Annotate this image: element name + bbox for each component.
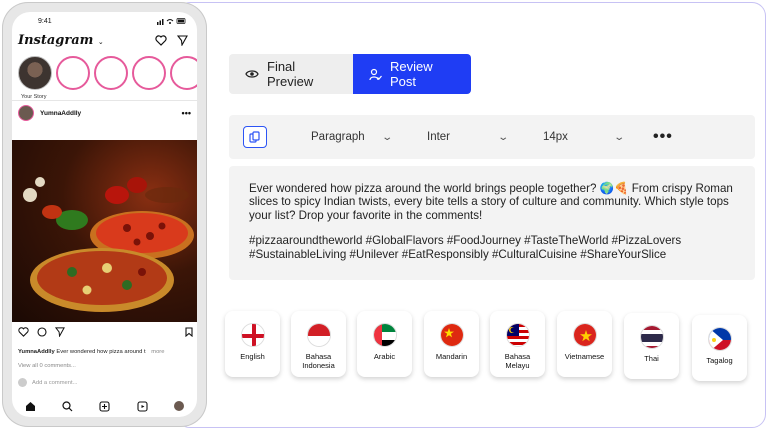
language-label: Arabic (373, 352, 396, 361)
phone-mockup: 9:41 Instagram ⌄ Your Story YumnaAddlly … (2, 2, 207, 427)
stories-row: Your Story (12, 50, 197, 100)
size-select[interactable]: 14px ⌄ (535, 131, 631, 143)
china-flag-icon (439, 323, 464, 347)
tab-final-preview-label: Final Preview (267, 59, 314, 89)
england-flag-icon (240, 323, 265, 347)
caption-more-link[interactable]: more (151, 349, 164, 355)
chevron-down-icon: ⌄ (496, 131, 509, 143)
size-select-value: 14px (543, 131, 568, 143)
chevron-down-icon: ⌄ (612, 131, 625, 143)
add-comment-placeholder: Add a comment... (32, 379, 78, 386)
tab-review-post-label: Review Post (390, 59, 433, 89)
language-vietnamese[interactable]: Vietnamese (557, 311, 612, 377)
philippines-flag-icon (707, 327, 732, 351)
add-post-icon[interactable] (99, 400, 111, 412)
search-icon[interactable] (62, 400, 73, 412)
eye-icon (245, 69, 259, 79)
editor-card: Final Preview Review Post Paragraph ⌄ In… (176, 2, 766, 428)
story-avatar[interactable] (132, 56, 166, 90)
bookmark-icon[interactable] (185, 327, 193, 337)
language-label: Bahasa Indonesia (302, 352, 335, 370)
bottom-nav (12, 395, 197, 417)
language-label: Tagalog (706, 356, 733, 365)
heart-icon[interactable] (155, 34, 167, 46)
story-avatar[interactable] (56, 56, 90, 90)
copy-icon[interactable] (243, 126, 267, 148)
more-options-icon[interactable]: ••• (653, 128, 673, 146)
send-icon[interactable] (177, 34, 188, 46)
instagram-logo[interactable]: Instagram ⌄ (18, 31, 104, 49)
language-english[interactable]: English (225, 311, 280, 377)
indonesia-flag-icon (306, 323, 331, 347)
instagram-screen: 9:41 Instagram ⌄ Your Story YumnaAddlly … (12, 12, 197, 417)
avatar (18, 378, 27, 387)
language-bahasa-melayu[interactable]: Bahasa Melayu (490, 311, 545, 377)
user-check-icon (369, 68, 382, 81)
language-label: Vietnamese (564, 352, 605, 361)
font-select-value: Inter (427, 131, 451, 143)
view-tabs: Final Preview Review Post (229, 54, 471, 94)
add-comment-field[interactable]: Add a comment... (18, 378, 77, 387)
post-text-editor[interactable]: Ever wondered how pizza around the world… (229, 166, 755, 280)
font-select[interactable]: Inter ⌄ (419, 131, 515, 143)
language-label: English (240, 352, 265, 361)
post-hashtags-text: #pizzaaroundtheworld #GlobalFlavors #Foo… (249, 234, 682, 261)
language-arabic[interactable]: Arabic (357, 311, 412, 377)
signal-wifi-battery-icon (157, 17, 187, 25)
home-icon[interactable] (25, 401, 36, 412)
language-tagalog[interactable]: Tagalog (692, 315, 747, 381)
tab-review-post[interactable]: Review Post (353, 54, 471, 94)
language-bahasa-indonesia[interactable]: Bahasa Indonesia (291, 311, 346, 377)
language-label: Bahasa Melayu (504, 352, 531, 370)
caption-username[interactable]: YumnaAddlly (18, 349, 55, 355)
avatar[interactable] (173, 401, 184, 411)
post-header: YumnaAddlly ••• (12, 101, 197, 125)
story-avatar[interactable] (94, 56, 128, 90)
comment-icon[interactable] (37, 327, 47, 337)
language-thai[interactable]: Thai (624, 313, 679, 379)
status-bar: 9:41 (12, 12, 197, 30)
language-mandarin[interactable]: Mandarin (424, 311, 479, 377)
paragraph-select[interactable]: Paragraph ⌄ (303, 131, 399, 143)
status-time: 9:41 (38, 17, 52, 25)
post-body-text: Ever wondered how pizza around the world… (249, 182, 733, 222)
more-options-icon[interactable]: ••• (182, 108, 191, 118)
language-label: Mandarin (435, 352, 468, 361)
caption-text: Ever wondered how pizza around t (56, 349, 146, 355)
chevron-down-icon: ⌄ (380, 131, 393, 143)
avatar[interactable] (18, 105, 34, 121)
language-label: Thai (644, 354, 659, 363)
post-actions (18, 325, 193, 339)
reels-icon[interactable] (137, 400, 148, 412)
post-username[interactable]: YumnaAddlly (40, 110, 81, 117)
stage: Final Preview Review Post Paragraph ⌄ In… (0, 0, 770, 431)
vietnam-flag-icon (572, 323, 597, 347)
uae-flag-icon (372, 323, 397, 347)
format-toolbar: Paragraph ⌄ Inter ⌄ 14px ⌄ ••• (229, 115, 755, 159)
instagram-header: Instagram ⌄ (12, 30, 197, 50)
view-comments-link[interactable]: View all 0 comments... (18, 363, 76, 369)
chevron-down-icon: ⌄ (97, 39, 104, 46)
post-image (12, 140, 197, 322)
thailand-flag-icon (639, 325, 664, 349)
malaysia-flag-icon (505, 323, 530, 347)
your-story-label: Your Story (21, 94, 47, 100)
paragraph-select-value: Paragraph (311, 131, 365, 143)
language-options: English Bahasa Indonesia Arabic Mandarin… (225, 309, 755, 381)
tab-final-preview[interactable]: Final Preview (229, 54, 353, 94)
heart-icon[interactable] (18, 327, 29, 337)
send-icon[interactable] (55, 327, 65, 337)
post-caption: YumnaAddlly Ever wondered how pizza arou… (18, 349, 197, 355)
story-avatar[interactable] (170, 56, 197, 90)
avatar[interactable] (18, 56, 52, 90)
